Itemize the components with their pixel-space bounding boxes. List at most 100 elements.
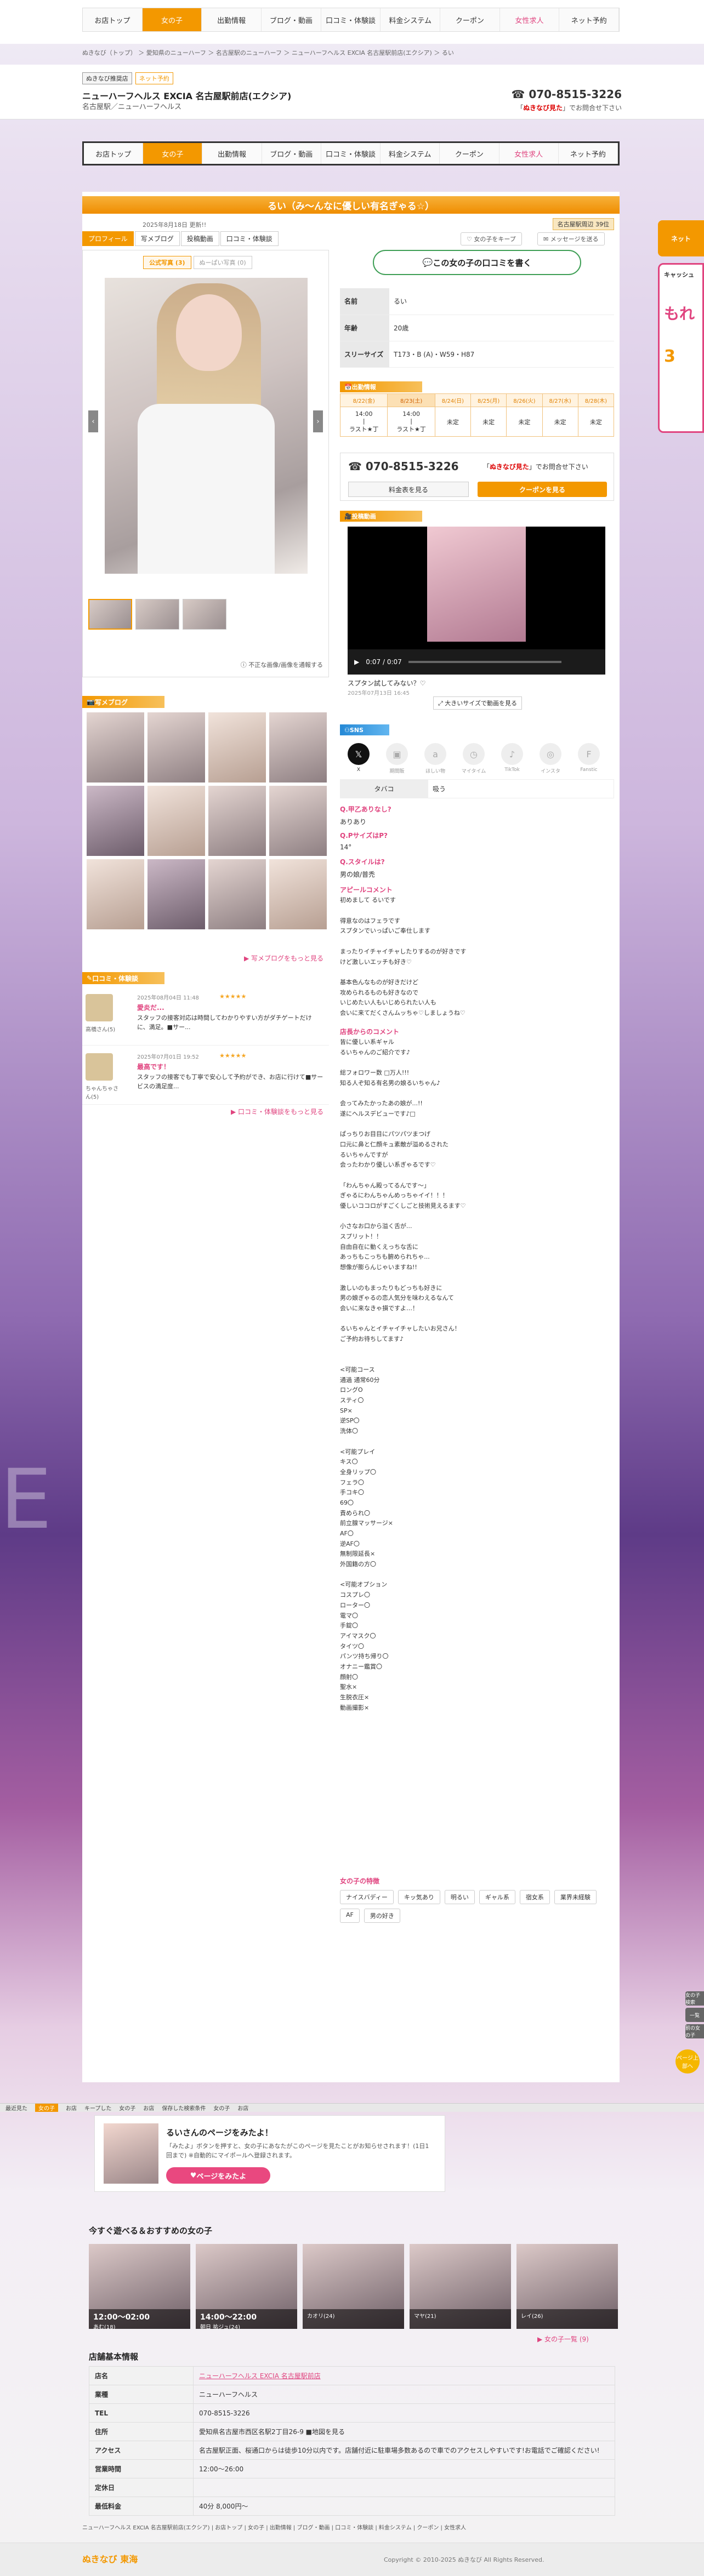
sns-6[interactable]: F Fanstic [576,743,602,774]
mitayo-button[interactable]: ♥ ページをみたよ [166,2167,270,2184]
history-item[interactable]: お店 [143,2104,154,2112]
nav-item[interactable]: 料金システム [381,143,440,164]
reco-girl[interactable]: マヤ(21) [410,2244,511,2329]
sns-4[interactable]: ♪ TikTok [499,743,525,774]
photo-tab[interactable]: 公式写真 (3) [143,256,191,269]
prev-photo-arrow[interactable]: ‹ [88,410,98,432]
blog-photo[interactable] [147,712,205,782]
large-video-button[interactable]: ⤢ 大きいサイズで動画を見る [433,696,522,710]
nav-item[interactable]: ブログ・動画 [262,8,321,31]
review-title[interactable]: 最高です！ [137,1062,170,1071]
side-button[interactable]: 女の子検索 [685,1991,704,2006]
sns-2[interactable]: a ほしい物 [422,743,448,774]
keep-girl-button[interactable]: ♡ 女の子をキープ [461,232,522,245]
blog-more-link[interactable]: ▶ 写メブログをもっと見る [244,953,323,963]
history-item[interactable]: お店 [237,2104,248,2112]
feature-chip[interactable]: AF [340,1909,360,1923]
footer-links[interactable]: ニューハーフヘルス EXCIA 名古屋駅前店(エクシア) | お店トップ | 女… [82,2523,620,2533]
video-progress-bar[interactable] [408,661,561,663]
sns-3[interactable]: ◷ マイタイム [461,743,487,774]
feature-chip[interactable]: ギャル系 [479,1890,515,1904]
blog-photo[interactable] [269,859,327,929]
tab-0[interactable]: プロフィール [82,231,134,246]
blog-photo[interactable] [147,786,205,856]
tab-2[interactable]: 投稿動画 [180,231,219,246]
review-item[interactable]: 高橋さん(5) 2025年08月04日 11:48 ★★★★★ 愛炎だ... スタッフの… [82,991,329,1046]
play-icon[interactable]: ▶ [354,658,359,666]
blog-photo[interactable] [208,712,266,782]
history-item[interactable]: キープした [84,2104,111,2112]
shop-tel[interactable]: ☎ 070-8515-3226 [511,88,622,101]
feature-chip[interactable]: ナイスバディー [340,1890,394,1904]
feature-chip[interactable]: キッ気あり [398,1890,440,1904]
feature-chip[interactable]: 男の好き [364,1909,400,1923]
side-ad[interactable]: キャッシュ もれ 3 [658,263,704,433]
footer-logo[interactable]: ぬきなび 東海 [82,2552,138,2565]
nav-item[interactable]: お店トップ [83,8,143,31]
blog-photo[interactable] [208,859,266,929]
nav-item[interactable]: クーポン [440,143,499,164]
sns-1[interactable]: ▣ 期間販 [384,743,410,774]
blog-photo[interactable] [208,786,266,856]
side-button[interactable]: 前の女の子 [685,2024,704,2038]
reviews-more-link[interactable]: ▶ 口コミ・体験談をもっと見る [231,1107,323,1116]
reco-girl[interactable]: カオリ(24) [303,2244,404,2329]
back-to-top-button[interactable]: ページ上部へ [675,2049,700,2074]
nav-item[interactable]: ネット予約 [559,143,618,164]
nav-item[interactable]: 口コミ・体験談 [321,143,381,164]
photo-thumbnail[interactable] [135,599,179,630]
tab-1[interactable]: 写メブログ [134,231,180,246]
history-item[interactable]: 女の子 [213,2104,230,2112]
shop-name[interactable]: ニューハーフヘルス EXCIA 名古屋駅前店(エクシア) [82,89,291,102]
main-photo[interactable] [105,278,308,574]
coupon-button[interactable]: クーポンを見る [478,482,607,497]
nav-item[interactable]: 口コミ・体験談 [321,8,381,31]
tab-3[interactable]: 口コミ・体験談 [220,231,279,246]
feature-chip[interactable]: 業界未経験 [554,1890,597,1904]
write-review-button[interactable]: 💬 この女の子の口コミを書く [373,250,581,275]
send-message-button[interactable]: ✉ メッセージを送る [537,232,605,245]
reco-girl[interactable]: 12:00〜02:00 あむ(18) [89,2244,190,2331]
blog-photo[interactable] [269,786,327,856]
girl-list-link[interactable]: ▶ 女の子一覧 (9) [537,2334,589,2344]
nav-item[interactable]: 出勤情報 [202,8,262,31]
sns-5[interactable]: ◎ インスタ [537,743,564,774]
nav-item[interactable]: ブログ・動画 [262,143,321,164]
blog-photo[interactable] [87,859,144,929]
history-item[interactable]: お店 [66,2104,77,2112]
feature-chip[interactable]: 明るい [444,1890,475,1904]
nav-item[interactable]: 料金システム [381,8,441,31]
nav-item[interactable]: 女性求人 [499,143,559,164]
blog-photo[interactable] [87,786,144,856]
tel-number[interactable]: ☎ 070-8515-3226 [348,460,459,473]
nav-item[interactable]: お店トップ [84,143,144,164]
history-item[interactable]: 女の子 [119,2104,135,2112]
nav-item[interactable]: ネット予約 [559,8,620,31]
blog-photo[interactable] [147,859,205,929]
reco-girl[interactable]: レイ(26) [516,2244,618,2329]
nav-item[interactable]: 女性求人 [500,8,560,31]
nav-item[interactable]: クーポン [440,8,500,31]
nav-item[interactable]: 女の子 [143,143,203,164]
price-list-button[interactable]: 料金表を見る [348,482,469,497]
side-button[interactable]: 一覧 [685,2008,704,2022]
blog-photo[interactable] [269,712,327,782]
reco-girl[interactable]: 14:00〜22:00 朝日 祐ジュ(24) [196,2244,297,2331]
nav-item[interactable]: 出勤情報 [202,143,262,164]
shop-name-link[interactable]: ニューハーフヘルス EXCIA 名古屋駅前店 [199,2372,321,2380]
nav-item[interactable]: 女の子 [142,8,202,31]
history-item[interactable]: 保存した検索条件 [162,2104,206,2112]
side-net-tab[interactable]: ネット [658,220,704,256]
video-player[interactable]: ▶ 0:07 / 0:07 [348,527,605,675]
feature-chip[interactable]: 宿女系 [519,1890,550,1904]
blog-photo[interactable] [87,712,144,782]
review-title[interactable]: 愛炎だ... [137,1003,164,1012]
sns-0[interactable]: 𝕏X [345,743,372,774]
photo-thumbnail[interactable] [88,599,132,630]
next-photo-arrow[interactable]: › [313,410,323,432]
history-item[interactable]: 女の子 [35,2104,58,2112]
photo-tab[interactable]: ぬーぱい写真 (0) [193,256,252,269]
review-item[interactable]: ちゃんちゃさん(5) 2025年07月01日 19:52 ★★★★★ 最高です！ スタッ… [82,1050,329,1105]
photo-thumbnail[interactable] [183,599,226,630]
report-image-link[interactable]: ⓘ 不正な画像/画像を通報する [241,660,323,669]
